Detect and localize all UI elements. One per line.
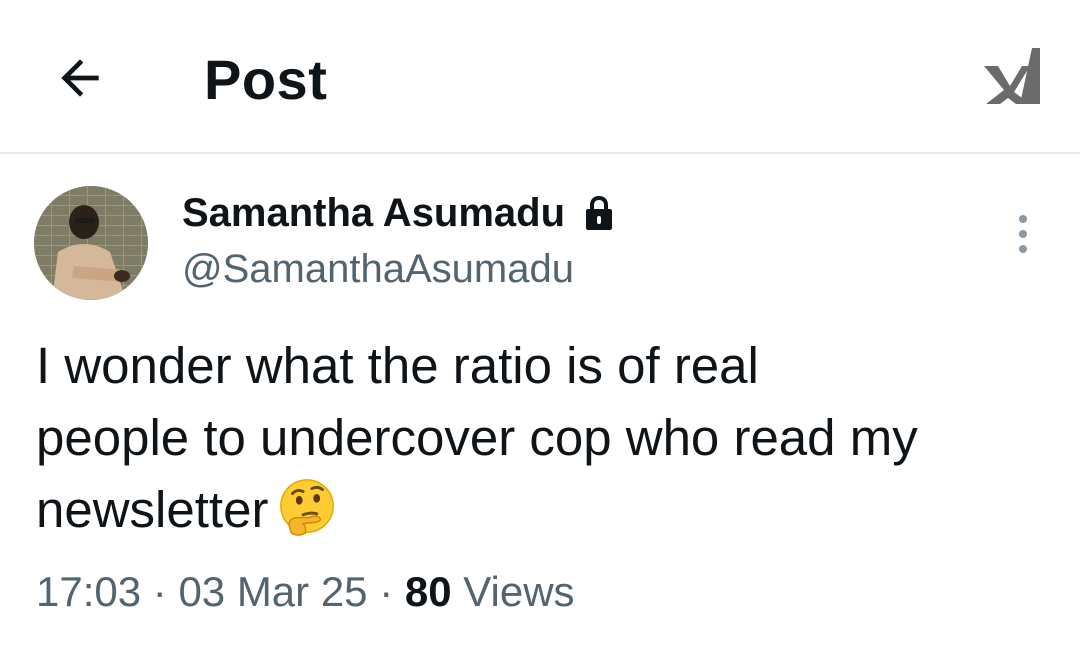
thinking-face-emoji bbox=[280, 479, 335, 536]
tweet-text: I wonder what the ratio is of real peopl… bbox=[36, 330, 1056, 546]
header-divider bbox=[0, 152, 1080, 154]
meta-separator: · bbox=[141, 568, 179, 615]
views-label[interactable]: Views bbox=[452, 568, 574, 615]
back-button[interactable] bbox=[44, 42, 116, 114]
header-bar: Post bbox=[0, 0, 1080, 152]
tweet-line: newsletter bbox=[36, 481, 269, 538]
meta-separator: · bbox=[367, 568, 405, 615]
x-logo-icon[interactable] bbox=[980, 40, 1044, 112]
author-name-row: Samantha Asumadu bbox=[182, 188, 615, 238]
lock-icon bbox=[586, 196, 613, 230]
views-count[interactable]: 80 bbox=[405, 568, 452, 615]
tweet-line: I wonder what the ratio is of real bbox=[36, 337, 759, 394]
tweet-time[interactable]: 17:03 bbox=[36, 568, 141, 615]
more-options-button[interactable] bbox=[1000, 206, 1046, 262]
tweet-line: people to undercover cop who read my bbox=[36, 409, 918, 466]
author-name[interactable]: Samantha Asumadu bbox=[182, 188, 565, 238]
tweet-line-last: newsletter bbox=[36, 474, 1056, 546]
avatar[interactable] bbox=[34, 186, 148, 300]
author-handle[interactable]: @SamanthaAsumadu bbox=[182, 244, 574, 294]
arrow-left-icon bbox=[61, 59, 99, 97]
page-title: Post bbox=[204, 48, 328, 111]
tweet-meta: 17:03 · 03 Mar 25 · 80 Views bbox=[36, 564, 575, 620]
tweet-date[interactable]: 03 Mar 25 bbox=[178, 568, 367, 615]
post-page: Post Samantha Asumadu @SamanthaAsumadu I… bbox=[0, 0, 1080, 645]
more-vertical-icon bbox=[1019, 215, 1027, 253]
